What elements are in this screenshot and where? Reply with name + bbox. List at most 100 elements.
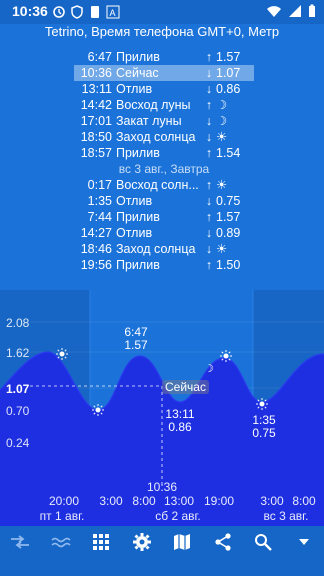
event-value: 1.57 (216, 50, 241, 64)
table-row: 14:27 Отлив ↓ 0.89 (74, 225, 254, 241)
event-name: Отлив (116, 194, 153, 208)
event-value: ☽ (216, 114, 228, 128)
event-name: Закат луны (116, 114, 182, 128)
event-value: 0.75 (216, 194, 241, 208)
x-tick-label: 19:00 (203, 494, 235, 508)
event-name: Заход солнца (116, 242, 196, 256)
x-tick-label: 8:00 (132, 494, 156, 508)
day-separator: вс 3 авг., Завтра (118, 162, 210, 176)
event-name: Прилив (116, 210, 160, 224)
x-day-label: вс 3 авг. (263, 509, 309, 523)
swap-icon (11, 535, 30, 549)
event-value: ☀ (216, 178, 228, 192)
event-time: 1:35 (87, 194, 112, 208)
direction-arrow: ↓ (205, 114, 213, 128)
font-icon: A (106, 5, 120, 19)
event-name: Отлив (116, 82, 153, 96)
y-tick-label: 0.70 (6, 404, 30, 418)
bottom-toolbar (0, 526, 324, 558)
tide-icon (51, 537, 71, 548)
event-value: ☽ (216, 98, 228, 112)
table-row: 18:57 Прилив ↑ 1.54 (74, 145, 254, 161)
event-time: 17:01 (80, 114, 112, 128)
event-value: 0.89 (216, 226, 241, 240)
gear-icon (132, 533, 151, 551)
low-tide-label: 13:11 0.86 (165, 408, 194, 434)
settings-button[interactable] (122, 526, 163, 558)
now-time-label: 10:36 (146, 480, 178, 494)
sun-icon (92, 404, 104, 416)
sim-icon (91, 6, 99, 18)
direction-arrow: ↓ (205, 130, 213, 144)
direction-arrow: ↓ (205, 82, 213, 96)
share-icon (215, 533, 231, 551)
direction-arrow: ↑ (205, 98, 213, 112)
event-time: 18:57 (80, 146, 112, 160)
table-row: 14:42 Восход луны ↑ ☽ (74, 97, 254, 113)
direction-arrow: ↓ (205, 66, 213, 80)
table-row: 18:50 Заход солнца ↓ ☀ (74, 129, 254, 145)
table-row: 7:44 Прилив ↑ 1.57 (74, 209, 254, 225)
x-day-label: пт 1 авг. (39, 509, 85, 523)
x-tick-label: 8:00 (292, 494, 316, 508)
x-tick-label: 3:00 (260, 494, 284, 508)
tide-view-button[interactable] (41, 526, 82, 558)
event-time: 18:50 (80, 130, 112, 144)
sun-icon (256, 398, 268, 410)
direction-arrow: ↑ (205, 178, 213, 192)
y-tick-label: 1.62 (6, 346, 30, 360)
event-time: 14:42 (80, 98, 112, 112)
event-time: 0:17 (87, 178, 112, 192)
event-name: Восход луны (116, 98, 191, 112)
y-tick-label: 0.24 (6, 436, 30, 450)
search-button[interactable] (243, 526, 284, 558)
x-tick-label: 3:00 (99, 494, 123, 508)
direction-arrow: ↑ (205, 258, 213, 272)
event-name: Восход солн... (116, 178, 199, 192)
event-time: 18:46 (80, 242, 112, 256)
share-button[interactable] (203, 526, 244, 558)
sun-icon (56, 348, 68, 360)
status-time: 10:36 (12, 3, 48, 19)
low-tide-label-next: 1:35 0.75 (252, 414, 275, 440)
event-time: 6:47 (87, 50, 112, 64)
map-button[interactable] (162, 526, 203, 558)
system-nav-bar (0, 558, 324, 576)
now-label: Сейчас (162, 380, 209, 394)
event-value: 1.54 (216, 146, 241, 160)
table-row: 6:47 Прилив ↑ 1.57 (74, 49, 254, 65)
event-time: 10:36 (80, 66, 112, 80)
point-value: 1.57 (124, 338, 148, 352)
grid-button[interactable] (81, 526, 122, 558)
x-tick-label: 20:00 (48, 494, 80, 508)
event-time: 14:27 (80, 226, 112, 240)
tide-table: 6:47 Прилив ↑ 1.57 10:36 Сейчас ↓ 1.07 13:11 Отли… (74, 49, 254, 273)
event-name: Прилив (116, 258, 160, 272)
y-tick-label: 1.07 (6, 382, 30, 396)
tide-chart[interactable]: ☽ 2.08 1.62 1.07 0.70 0.24 20:00 пт 1 авг. 3:00… (0, 290, 324, 526)
event-value: ☀ (216, 242, 228, 256)
event-name: Заход солнца (116, 130, 196, 144)
wifi-icon (267, 6, 281, 17)
map-icon (174, 534, 191, 550)
event-time: 19:56 (80, 258, 112, 272)
sun-icon (220, 350, 232, 362)
event-value: 1.57 (216, 210, 241, 224)
shield-icon (71, 5, 83, 19)
sync-icon (53, 6, 65, 18)
y-tick-label: 2.08 (6, 316, 30, 330)
direction-arrow: ↓ (205, 242, 213, 256)
svg-text:A: A (110, 8, 116, 18)
table-row: 18:46 Заход солнца ↓ ☀ (74, 241, 254, 257)
swap-button[interactable] (0, 526, 41, 558)
status-bar: 10:36 A (0, 0, 324, 24)
event-name: Прилив (116, 50, 160, 64)
signal-icon (289, 5, 301, 17)
x-tick-label: 13:00 (163, 494, 195, 508)
direction-arrow: ↑ (205, 210, 213, 224)
more-button[interactable] (284, 526, 324, 558)
direction-arrow: ↑ (205, 146, 213, 160)
table-row: 0:17 Восход солн... ↑ ☀ (74, 177, 254, 193)
event-value: 0.86 (216, 82, 241, 96)
x-day-label: сб 2 авг. (155, 509, 201, 523)
